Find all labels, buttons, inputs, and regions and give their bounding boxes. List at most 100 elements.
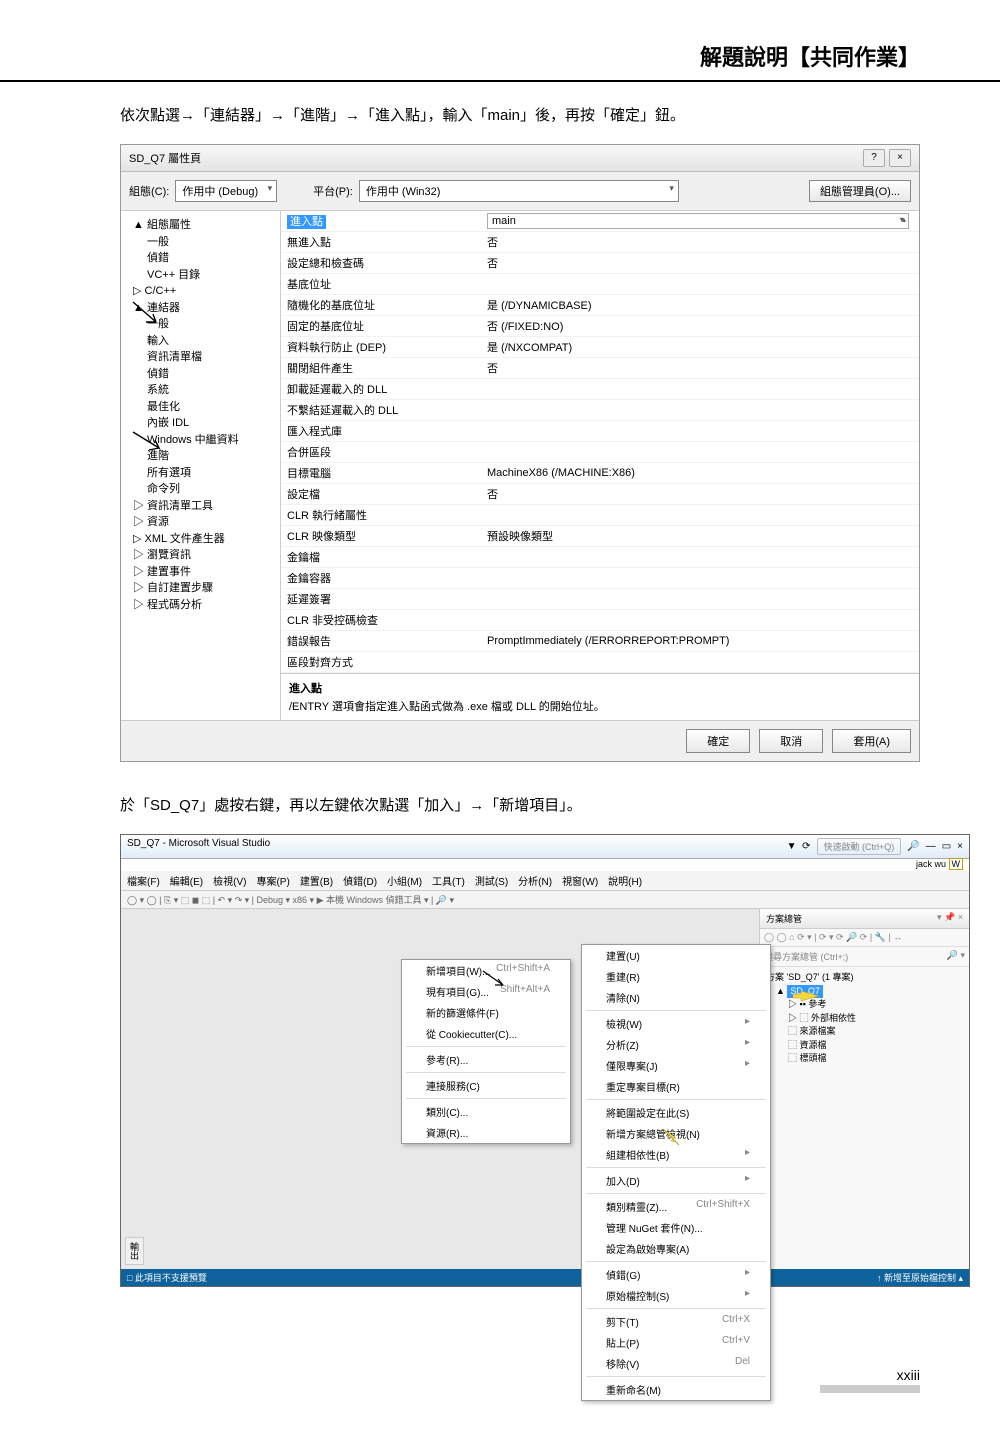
tree-item[interactable]: 一般	[125, 316, 276, 333]
context-menu-item[interactable]: 重建(R)	[582, 966, 770, 987]
user-avatar[interactable]: W	[949, 858, 964, 870]
grid-key[interactable]: 匯入程式庫	[287, 426, 342, 438]
solution-node[interactable]: 方案 'SD_Q7' (1 專案)	[766, 972, 853, 982]
tree-item[interactable]: ▷ 自訂建置步驟	[125, 580, 276, 597]
se-search[interactable]: 搜尋方案總管 (Ctrl+;)	[764, 952, 848, 962]
tree-item[interactable]: ▷ 瀏覽資訊	[125, 547, 276, 564]
tree-item[interactable]: ▷ C/C++	[125, 283, 276, 300]
tree-item[interactable]: ▷ 資訊清單工具	[125, 498, 276, 515]
menu-item[interactable]: 說明(H)	[608, 877, 642, 888]
tree-item[interactable]: VC++ 目錄	[125, 267, 276, 284]
search-icon[interactable]: 🔎	[907, 841, 919, 852]
context-menu-item[interactable]: 原始檔控制(S)	[582, 1285, 770, 1306]
se-tree-item[interactable]: ⬚ 來源檔案	[766, 1025, 963, 1039]
context-menu-item[interactable]: 分析(Z)	[582, 1034, 770, 1055]
grid-value[interactable]	[481, 610, 919, 631]
context-menu-item[interactable]: 資源(R)...	[402, 1122, 570, 1143]
grid-value[interactable]	[481, 568, 919, 589]
context-menu-item[interactable]: 類別(C)...	[402, 1101, 570, 1122]
grid-key[interactable]: 設定檔	[287, 489, 320, 501]
context-menu-item[interactable]: 清除(N)	[582, 987, 770, 1008]
grid-value[interactable]	[481, 379, 919, 400]
grid-key[interactable]: 固定的基底位址	[287, 321, 364, 333]
grid-key[interactable]: 延遲簽署	[287, 594, 331, 606]
grid-key[interactable]: CLR 非受控碼檢查	[287, 615, 378, 627]
grid-key[interactable]: 隨機化的基底位址	[287, 300, 375, 312]
se-tree-item[interactable]: ⬚ 資源檔	[766, 1039, 963, 1053]
grid-value[interactable]	[481, 505, 919, 526]
menu-item[interactable]: 工具(T)	[432, 877, 465, 888]
menu-item[interactable]: 專案(P)	[256, 877, 289, 888]
grid-key[interactable]: 區段對齊方式	[287, 657, 353, 669]
tree-item[interactable]: 最佳化	[125, 399, 276, 416]
grid-key[interactable]: 卸載延遲載入的 DLL	[287, 384, 387, 396]
tree-item[interactable]: 進階	[125, 448, 276, 465]
context-menu-item[interactable]: 檢視(W)	[582, 1013, 770, 1034]
grid-key[interactable]: 不繫結延遲載入的 DLL	[287, 405, 398, 417]
tree-item[interactable]: ▷ XML 文件產生器	[125, 531, 276, 548]
close-icon[interactable]: ×	[889, 149, 911, 167]
grid-key[interactable]: 關閉組件產生	[287, 363, 353, 375]
output-tab[interactable]: 輸出	[125, 1237, 144, 1265]
context-menu-item[interactable]: 新的篩選條件(F)	[402, 1002, 570, 1023]
tree-item[interactable]: ▷ 程式碼分析	[125, 597, 276, 614]
grid-value[interactable]: 預設映像類型	[481, 526, 919, 547]
grid-value[interactable]	[481, 421, 919, 442]
se-tree-item[interactable]: ⬚ 標頭檔	[766, 1052, 963, 1066]
minimize-icon[interactable]: —	[926, 841, 936, 852]
context-menu-item[interactable]: 重新命名(M)	[582, 1379, 770, 1400]
grid-table[interactable]: 進入點main無進入點否設定總和檢查碼否基底位址隨機化的基底位址是 (/DYNA…	[281, 211, 919, 673]
context-menu-item[interactable]: 從 Cookiecutter(C)...	[402, 1023, 570, 1044]
tree-item[interactable]: 輸入	[125, 333, 276, 350]
menu-item[interactable]: 分析(N)	[518, 877, 552, 888]
quick-launch[interactable]: 快速啟動 (Ctrl+Q)	[817, 838, 902, 855]
context-menu-item[interactable]: 將範圍設定在此(S)	[582, 1102, 770, 1123]
grid-key[interactable]: 目標電腦	[287, 468, 331, 480]
context-menu-project[interactable]: 建置(U)重建(R)清除(N)檢視(W)分析(Z)僅限專案(J)重定專案目標(R…	[581, 944, 771, 1401]
grid-value[interactable]: MachineX86 (/MACHINE:X86)	[481, 463, 919, 484]
grid-key[interactable]: CLR 映像類型	[287, 531, 356, 543]
close-icon[interactable]: ×	[957, 841, 963, 852]
context-menu-item[interactable]: 連接服務(C)	[402, 1075, 570, 1096]
grid-value[interactable]	[481, 547, 919, 568]
tree-item[interactable]: 內嵌 IDL	[125, 415, 276, 432]
context-menu-item[interactable]: 加入(D)	[582, 1170, 770, 1191]
tree-item[interactable]: 資訊清單檔	[125, 349, 276, 366]
vs-toolbar[interactable]: ◯ ▾ ◯ | ⎘ ▾ ⬚ ◼ ⬚ | ↶ ▾ ↷ ▾ | Debug ▾ x8…	[121, 891, 969, 909]
grid-key[interactable]: 合併區段	[287, 447, 331, 459]
platform-combo[interactable]: 作用中 (Win32)	[359, 180, 679, 202]
grid-key[interactable]: 進入點	[287, 215, 326, 229]
grid-key[interactable]: 設定總和檢查碼	[287, 258, 364, 270]
grid-value[interactable]: 否	[481, 358, 919, 379]
entry-point-input[interactable]: main	[487, 213, 909, 229]
grid-key[interactable]: 金鑰檔	[287, 552, 320, 564]
menu-item[interactable]: 檢視(V)	[213, 877, 246, 888]
se-toolbar[interactable]: ◯ ◯ ⌂ ⟳ ▾ | ⟳ ▾ ⟳ 🔎 ⟳ | 🔧 | ↔	[760, 929, 969, 947]
tree-root[interactable]: ▲ 組態屬性	[125, 217, 276, 234]
context-menu-item[interactable]: 管理 NuGet 套件(N)...	[582, 1217, 770, 1238]
menu-item[interactable]: 測試(S)	[475, 877, 508, 888]
context-menu-item[interactable]: 參考(R)...	[402, 1049, 570, 1070]
context-menu-item[interactable]: 設定為啟始專案(A)	[582, 1238, 770, 1259]
vs-menubar[interactable]: 檔案(F)編輯(E)檢視(V)專案(P)建置(B)偵錯(D)小組(M)工具(T)…	[121, 871, 969, 891]
menu-item[interactable]: 檔案(F)	[127, 877, 160, 888]
menu-item[interactable]: 小組(M)	[387, 877, 422, 888]
tree-item[interactable]: Windows 中繼資料	[125, 432, 276, 449]
grid-value[interactable]: 否	[481, 253, 919, 274]
grid-key[interactable]: 基底位址	[287, 279, 331, 291]
tree-item[interactable]: 所有選項	[125, 465, 276, 482]
grid-key[interactable]: 金鑰容器	[287, 573, 331, 585]
context-menu-item[interactable]: 偵錯(G)	[582, 1264, 770, 1285]
help-icon[interactable]: ?	[863, 149, 885, 167]
menu-item[interactable]: 建置(B)	[300, 877, 333, 888]
ok-button[interactable]: 確定	[686, 729, 750, 753]
grid-key[interactable]: 錯誤報告	[287, 636, 331, 648]
grid-key[interactable]: 無進入點	[287, 237, 331, 249]
cancel-button[interactable]: 取消	[759, 729, 823, 753]
search-icon[interactable]: 🔎 ▾	[947, 950, 965, 961]
grid-value[interactable]: 是 (/DYNAMICBASE)	[481, 295, 919, 316]
tree-item[interactable]: 偵錯	[125, 250, 276, 267]
se-tree-item[interactable]: ▷ ⬚ 外部相依性	[766, 1012, 963, 1026]
context-menu-item[interactable]: 僅限專案(J)	[582, 1055, 770, 1076]
se-pin-icon[interactable]: ▾ 📌 ×	[937, 912, 963, 925]
